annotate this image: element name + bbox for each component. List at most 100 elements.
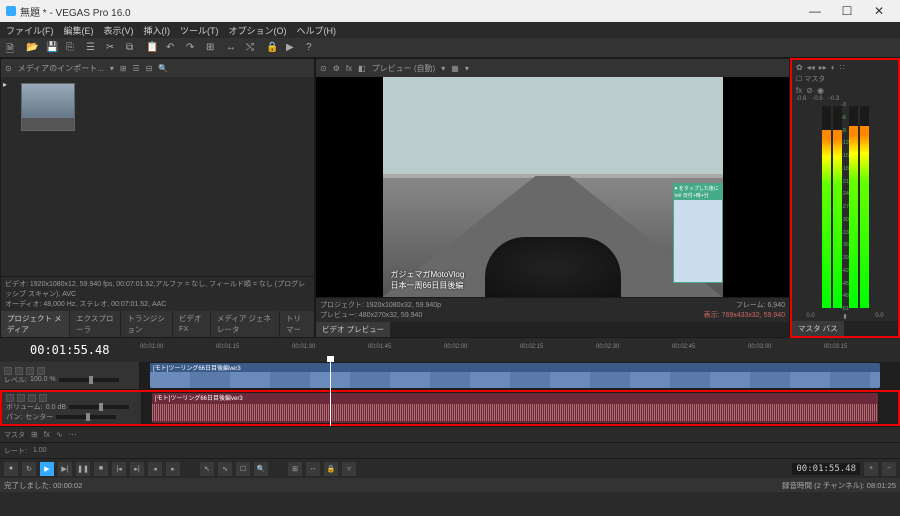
redo-icon[interactable]: ↷ — [186, 42, 198, 54]
fx-icon[interactable]: fx — [346, 64, 352, 73]
prev-icon[interactable]: ◂◂ — [807, 63, 815, 72]
tab-transitions[interactable]: トランジション — [121, 311, 171, 337]
help-icon[interactable]: ? — [306, 42, 318, 54]
more-icon[interactable]: ⋯ — [69, 430, 77, 439]
close-button[interactable]: ✕ — [864, 1, 894, 21]
playhead[interactable] — [330, 362, 331, 426]
track-fx-icon[interactable] — [17, 394, 25, 402]
next-icon[interactable]: ▸▸ — [819, 63, 827, 72]
track-fx-icon[interactable] — [15, 367, 23, 375]
snap-icon[interactable]: ⊞ — [206, 42, 218, 54]
pan-value[interactable]: センター — [25, 412, 53, 422]
envelope-tool-button[interactable]: ∿ — [218, 462, 232, 476]
tab-explorer[interactable]: エクスプローラ — [70, 311, 120, 337]
autocross-icon[interactable]: ⤭ — [246, 42, 258, 54]
video-track-header[interactable]: レベル: 100.0 % — [0, 362, 140, 389]
insert-fx-icon[interactable]: fx — [796, 86, 802, 95]
tab-video-preview[interactable]: ビデオ プレビュー — [316, 322, 390, 337]
preview-quality-dropdown[interactable]: プレビュー (自動) — [372, 63, 436, 74]
transport-timecode[interactable]: 00:01:55.48 — [792, 463, 860, 475]
split-icon[interactable]: ◧ — [358, 64, 366, 73]
folder-icon[interactable]: ▸ — [3, 80, 7, 89]
mute-icon[interactable]: ⊘ — [806, 86, 813, 95]
snap-button[interactable]: ⊞ — [288, 462, 302, 476]
track-number-icon[interactable] — [4, 367, 12, 375]
playback-rate[interactable]: 1.00 — [33, 447, 47, 454]
pin-icon[interactable]: ⊙ — [320, 64, 327, 73]
fx-icon[interactable]: fx — [44, 430, 50, 439]
new-icon[interactable]: 🗎 — [6, 42, 18, 54]
menu-tools[interactable]: ツール(T) — [180, 24, 219, 37]
open-icon[interactable]: 📂 — [26, 42, 38, 54]
copy-icon[interactable]: ⧉ — [126, 42, 138, 54]
track-number-icon[interactable] — [6, 394, 14, 402]
menu-options[interactable]: オプション(O) — [229, 24, 287, 37]
tab-master-bus[interactable]: マスタ バス — [792, 321, 844, 336]
play-from-start-button[interactable]: ▶| — [58, 462, 72, 476]
automation-icon[interactable]: ∿ — [56, 430, 63, 439]
next-frame-button[interactable]: ▸ — [166, 462, 180, 476]
chevron-down-icon[interactable]: ▾ — [110, 64, 114, 73]
track-icon[interactable]: ☐ — [796, 76, 802, 83]
search-icon[interactable]: 🔍 — [158, 64, 168, 73]
maximize-button[interactable]: ☐ — [832, 1, 862, 21]
zoom-in-button[interactable]: + — [864, 462, 878, 476]
select-tool-button[interactable]: ☐ — [236, 462, 250, 476]
track-mute-icon[interactable] — [28, 394, 36, 402]
tab-media-gen[interactable]: メディア ジェネレータ — [211, 311, 279, 337]
render-icon[interactable]: ⎘ — [66, 42, 78, 54]
lock-button[interactable]: 🔒 — [324, 462, 338, 476]
paste-icon[interactable]: 📋 — [146, 42, 158, 54]
play-button[interactable]: ▶ — [40, 462, 54, 476]
go-start-button[interactable]: |◂ — [112, 462, 126, 476]
prev-frame-button[interactable]: ◂ — [148, 462, 162, 476]
bus-icon[interactable]: ⊞ — [31, 430, 38, 439]
gear-icon[interactable]: ✿ — [796, 63, 803, 72]
menu-insert[interactable]: 挿入(I) — [144, 24, 171, 37]
pause-button[interactable]: ❚❚ — [76, 462, 90, 476]
video-track-body[interactable]: [モト]ツーリング66日目後編ver3 — [140, 362, 900, 389]
tool-icon[interactable]: ▶ — [286, 42, 298, 54]
properties-icon[interactable]: ☰ — [86, 42, 98, 54]
zoom-tool-button[interactable]: 🔍 — [254, 462, 268, 476]
chevron-down-icon[interactable]: ▾ — [441, 64, 445, 73]
video-preview[interactable]: ♥ をタップした後に\n# 日付+時+分 ガジェマガMotoVlog 日本一周6… — [316, 77, 789, 297]
lock-icon[interactable]: 🔒 — [266, 42, 278, 54]
media-bin[interactable]: ▸ — [1, 77, 314, 276]
edit-tool-button[interactable]: ↖ — [200, 462, 214, 476]
audio-meters[interactable]: -3-6-9 -12-15-18 -21-24-27 -30-33-36 -39… — [792, 102, 898, 312]
import-dropdown[interactable]: メディアのインポート... — [18, 63, 104, 74]
menu-edit[interactable]: 編集(E) — [64, 24, 94, 37]
snapshot-icon[interactable]: ▾ — [465, 64, 469, 73]
level-value[interactable]: 100.0 % — [30, 376, 56, 383]
volume-fader[interactable] — [69, 405, 129, 409]
solo-icon[interactable]: ◉ — [817, 86, 824, 95]
menu-icon[interactable]: ∷ — [840, 63, 845, 72]
level-fader[interactable] — [59, 378, 119, 382]
tab-trimmer[interactable]: トリマー — [280, 311, 314, 337]
go-end-button[interactable]: ▸| — [130, 462, 144, 476]
volume-value[interactable]: 0.0 dB — [46, 404, 66, 411]
minimize-button[interactable]: — — [800, 1, 830, 21]
media-tool-icon[interactable]: ☰ — [133, 64, 140, 73]
menu-file[interactable]: ファイル(F) — [6, 24, 54, 37]
dim-icon[interactable]: ◐ — [831, 63, 836, 72]
pan-fader[interactable] — [56, 415, 116, 419]
media-tool-icon[interactable]: ⊟ — [146, 64, 153, 73]
timeline-timecode[interactable]: 00:01:55.48 — [0, 343, 140, 357]
tab-video-fx[interactable]: ビデオ FX — [173, 311, 210, 337]
save-icon[interactable]: 💾 — [46, 42, 58, 54]
menu-view[interactable]: 表示(V) — [104, 24, 134, 37]
timeline-ruler[interactable]: 00:01:55.48 00:01:00 00:01:15 00:01:30 0… — [0, 338, 900, 362]
audio-track-header[interactable]: ボリューム: 0.0 dB パン: センター — [2, 392, 142, 424]
undo-icon[interactable]: ↶ — [166, 42, 178, 54]
tab-project-media[interactable]: プロジェクト メディア — [1, 311, 69, 337]
track-solo-icon[interactable] — [39, 394, 47, 402]
media-tool-icon[interactable]: ⊞ — [120, 64, 127, 73]
loop-button[interactable]: ↻ — [22, 462, 36, 476]
overlay-icon[interactable]: ▦ — [451, 64, 459, 73]
marker-button[interactable]: ▿ — [342, 462, 356, 476]
zoom-out-button[interactable]: − — [882, 462, 896, 476]
video-clip[interactable]: [モト]ツーリング66日目後編ver3 — [150, 363, 880, 388]
track-mute-icon[interactable] — [26, 367, 34, 375]
